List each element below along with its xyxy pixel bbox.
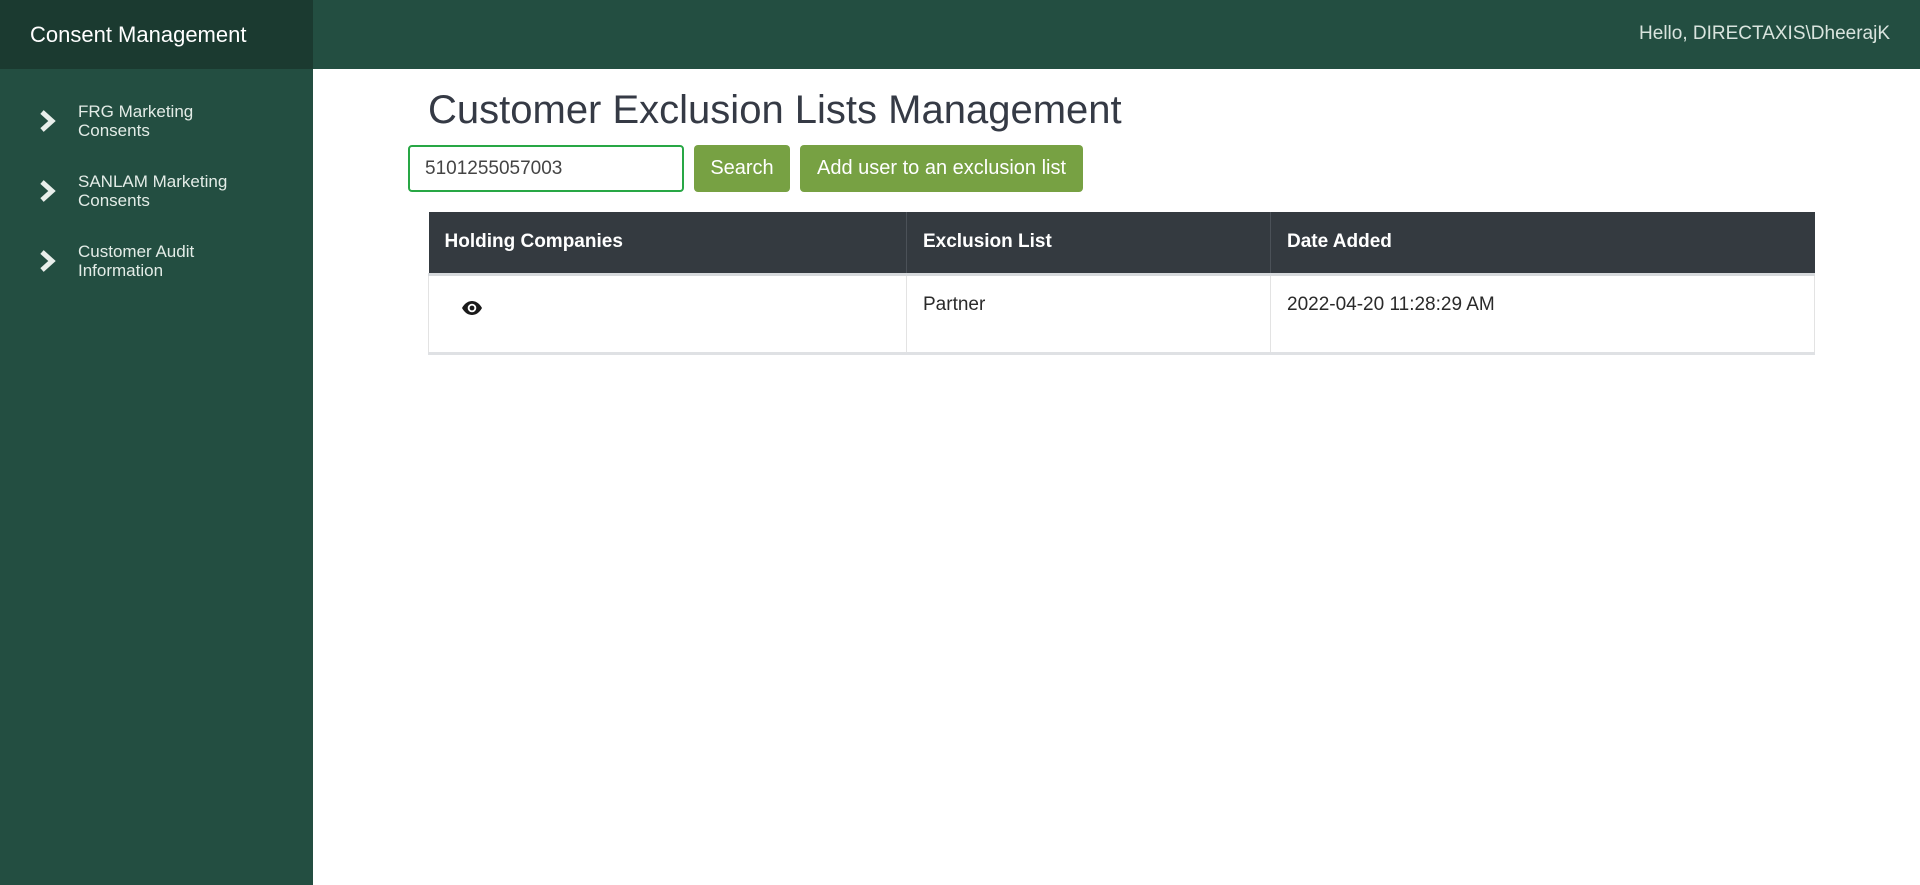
sidebar-item-sanlam-marketing-consents[interactable]: SANLAM Marketing Consents — [0, 156, 313, 226]
sidebar-item-label: Customer Audit Information — [78, 242, 195, 280]
sidebar-item-frg-marketing-consents[interactable]: FRG Marketing Consents — [0, 86, 313, 156]
sidebar-nav: FRG Marketing Consents SANLAM Marketing … — [0, 69, 313, 296]
app-brand-label: Consent Management — [30, 21, 247, 47]
search-input[interactable] — [408, 145, 684, 192]
exclusion-list-cell: Partner — [906, 274, 1271, 355]
top-navbar: Hello, DIRECTAXIS\DheerajK — [313, 0, 1920, 69]
page-title: Customer Exclusion Lists Management — [428, 88, 1122, 132]
app-brand[interactable]: Consent Management — [0, 0, 313, 69]
column-header-date-added: Date Added — [1270, 212, 1815, 276]
sidebar-item-label: SANLAM Marketing Consents — [78, 172, 228, 210]
column-header-exclusion-list: Exclusion List — [906, 212, 1271, 276]
sidebar-item-customer-audit-information[interactable]: Customer Audit Information — [0, 226, 313, 296]
table-row: Partner 2022-04-20 11:28:29 AM — [428, 274, 1815, 355]
sidebar: Consent Management FRG Marketing Consent… — [0, 0, 313, 885]
holding-companies-cell — [428, 274, 907, 355]
exclusion-list-table: Holding Companies Exclusion List Date Ad… — [428, 212, 1815, 355]
chevron-right-icon — [40, 250, 56, 272]
search-button[interactable]: Search — [694, 145, 790, 192]
chevron-right-icon — [40, 180, 56, 202]
column-header-holding-companies: Holding Companies — [428, 212, 907, 276]
chevron-right-icon — [40, 110, 56, 132]
user-greeting[interactable]: Hello, DIRECTAXIS\DheerajK — [1639, 23, 1890, 45]
table-header-row: Holding Companies Exclusion List Date Ad… — [428, 212, 1815, 276]
add-user-to-exclusion-list-button[interactable]: Add user to an exclusion list — [800, 145, 1083, 192]
eye-icon[interactable] — [461, 300, 483, 316]
date-added-cell: 2022-04-20 11:28:29 AM — [1270, 274, 1815, 355]
sidebar-item-label: FRG Marketing Consents — [78, 102, 194, 140]
